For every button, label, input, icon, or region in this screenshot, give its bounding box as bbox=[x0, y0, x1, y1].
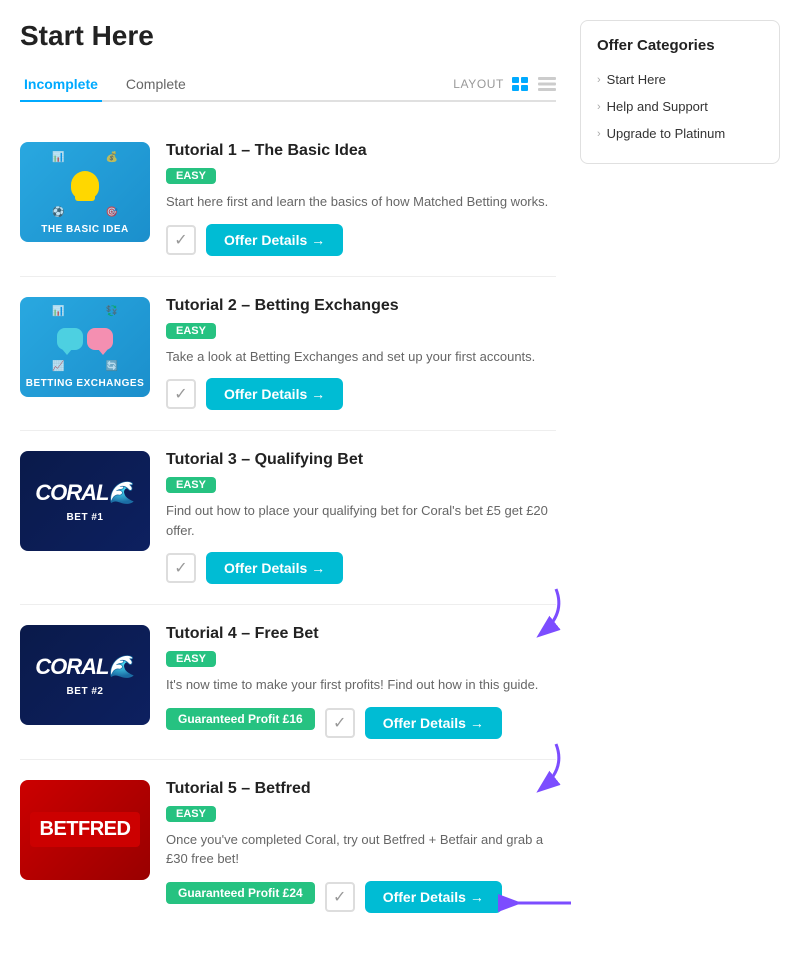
grid-layout-icon[interactable] bbox=[512, 77, 530, 91]
sidebar-item-label: Start Here bbox=[607, 72, 666, 87]
tutorial-description: Start here first and learn the basics of… bbox=[166, 192, 556, 212]
layout-controls: LAYOUT bbox=[453, 77, 556, 91]
tutorial-item: CORAL🌊 BET #1 Tutorial 3 – Qualifying Be… bbox=[20, 431, 556, 605]
complete-checkbox[interactable]: ✓ bbox=[166, 553, 196, 583]
tutorial-item: CORAL🌊 BET #2 Tutorial 4 – Free Bet EASY… bbox=[20, 605, 556, 760]
thumb-label: BETTING EXCHANGES bbox=[26, 378, 145, 389]
thumb-label: BET #2 bbox=[67, 686, 104, 697]
difficulty-badge: EASY bbox=[166, 806, 216, 822]
tutorial-actions: ✓ Offer Details → bbox=[166, 378, 556, 410]
tutorial-item: 📊 💱 📈 🔄 bbox=[20, 277, 556, 432]
layout-label: LAYOUT bbox=[453, 77, 504, 91]
chevron-icon: › bbox=[597, 128, 601, 140]
difficulty-badge: EASY bbox=[166, 477, 216, 493]
sidebar: Offer Categories › Start Here › Help and… bbox=[580, 20, 780, 933]
coral-logo: CORAL🌊 bbox=[35, 480, 135, 506]
difficulty-badge: EASY bbox=[166, 168, 216, 184]
offer-details-button[interactable]: Offer Details → bbox=[365, 707, 502, 739]
tutorial-thumbnail: CORAL🌊 BET #1 bbox=[20, 451, 150, 551]
sidebar-item-start-here[interactable]: › Start Here bbox=[597, 66, 763, 93]
tutorial-actions: ✓ Offer Details → bbox=[166, 552, 556, 584]
sidebar-box: Offer Categories › Start Here › Help and… bbox=[580, 20, 780, 164]
tutorial-thumbnail: 📊 💱 📈 🔄 bbox=[20, 297, 150, 397]
offer-details-button[interactable]: Offer Details → bbox=[365, 881, 502, 913]
tutorial-list: 📊 💰 ⚽ 🎯 THE BASIC IDEA bbox=[20, 122, 556, 933]
tutorial-info: Tutorial 2 – Betting Exchanges EASY Take… bbox=[166, 297, 556, 411]
difficulty-badge: EASY bbox=[166, 651, 216, 667]
offer-details-button[interactable]: Offer Details → bbox=[206, 552, 343, 584]
tutorial-title: Tutorial 2 – Betting Exchanges bbox=[166, 297, 556, 315]
tutorial-info: Tutorial 3 – Qualifying Bet EASY Find ou… bbox=[166, 451, 556, 584]
tutorial-thumbnail: CORAL🌊 BET #2 bbox=[20, 625, 150, 725]
complete-checkbox[interactable]: ✓ bbox=[325, 708, 355, 738]
tutorial-item: 📊 💰 ⚽ 🎯 THE BASIC IDEA bbox=[20, 122, 556, 277]
complete-checkbox[interactable]: ✓ bbox=[166, 225, 196, 255]
coral-logo: CORAL🌊 bbox=[35, 654, 135, 680]
list-layout-icon[interactable] bbox=[538, 77, 556, 91]
tutorial-title: Tutorial 5 – Betfred bbox=[166, 780, 556, 798]
chevron-icon: › bbox=[597, 74, 601, 86]
tutorial-item: BETFRED Tutorial 5 – Betfred EASY Once y… bbox=[20, 760, 556, 933]
tutorial-actions: Guaranteed Profit £16 ✓ Offer Details → bbox=[166, 707, 556, 739]
tab-bar: Incomplete Complete LAYOUT bbox=[20, 68, 556, 102]
thumb-label: THE BASIC IDEA bbox=[41, 224, 129, 235]
thumb-label: BET #1 bbox=[67, 512, 104, 523]
complete-checkbox[interactable]: ✓ bbox=[325, 882, 355, 912]
sidebar-item-label: Help and Support bbox=[607, 99, 708, 114]
tutorial-description: It's now time to make your first profits… bbox=[166, 675, 556, 695]
page-title: Start Here bbox=[20, 20, 556, 52]
tutorial-title: Tutorial 3 – Qualifying Bet bbox=[166, 451, 556, 469]
tutorial-description: Take a look at Betting Exchanges and set… bbox=[166, 347, 556, 367]
tutorial-actions: ✓ Offer Details → bbox=[166, 224, 556, 256]
difficulty-badge: EASY bbox=[166, 323, 216, 339]
profit-badge: Guaranteed Profit £24 bbox=[166, 882, 315, 904]
tutorial-title: Tutorial 1 – The Basic Idea bbox=[166, 142, 556, 160]
tutorial-thumbnail: 📊 💰 ⚽ 🎯 THE BASIC IDEA bbox=[20, 142, 150, 242]
sidebar-item-help-support[interactable]: › Help and Support bbox=[597, 93, 763, 120]
tutorial-info: Tutorial 4 – Free Bet EASY It's now time… bbox=[166, 625, 556, 739]
tutorial-description: Once you've completed Coral, try out Bet… bbox=[166, 830, 556, 869]
offer-details-button[interactable]: Offer Details → bbox=[206, 378, 343, 410]
tutorial-description: Find out how to place your qualifying be… bbox=[166, 501, 556, 540]
offer-details-button[interactable]: Offer Details → bbox=[206, 224, 343, 256]
profit-badge: Guaranteed Profit £16 bbox=[166, 708, 315, 730]
tutorial-thumbnail: BETFRED bbox=[20, 780, 150, 880]
tab-incomplete[interactable]: Incomplete bbox=[20, 68, 102, 102]
tutorial-title: Tutorial 4 – Free Bet bbox=[166, 625, 556, 643]
sidebar-item-upgrade[interactable]: › Upgrade to Platinum bbox=[597, 120, 763, 147]
complete-checkbox[interactable]: ✓ bbox=[166, 379, 196, 409]
tab-complete[interactable]: Complete bbox=[122, 68, 190, 102]
sidebar-item-label: Upgrade to Platinum bbox=[607, 126, 726, 141]
tutorial-info: Tutorial 1 – The Basic Idea EASY Start h… bbox=[166, 142, 556, 256]
chevron-icon: › bbox=[597, 101, 601, 113]
purple-arrow bbox=[496, 883, 576, 923]
sidebar-title: Offer Categories bbox=[597, 37, 763, 54]
